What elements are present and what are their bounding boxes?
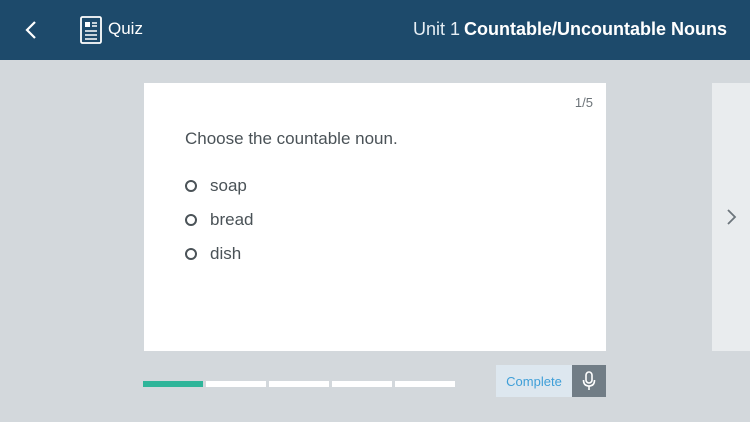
complete-button[interactable]: Complete: [496, 365, 572, 397]
progress-segment: [269, 381, 329, 387]
option-label: bread: [210, 210, 254, 229]
next-question-button[interactable]: [712, 83, 750, 351]
unit-label: Unit 1: [412, 19, 460, 39]
progress-segment: [395, 381, 455, 387]
option-label: soap: [210, 176, 247, 195]
radio-icon[interactable]: [185, 180, 197, 192]
progress-segment: [206, 381, 266, 387]
question-counter: 1/5: [574, 95, 593, 110]
answer-option-bread[interactable]: bread: [185, 203, 253, 237]
question-card: 1/5 Choose the countable noun. soap brea…: [144, 83, 606, 351]
question-text: Choose the countable noun.: [185, 129, 398, 148]
option-label: dish: [210, 244, 242, 263]
microphone-icon: [582, 371, 596, 390]
radio-icon[interactable]: [185, 248, 197, 260]
progress-bar: [143, 381, 458, 387]
answer-option-dish[interactable]: dish: [185, 237, 253, 271]
quiz-label: Quiz: [108, 19, 143, 38]
top-bar: Quiz Unit 1 Countable/Uncountable Nouns: [0, 0, 750, 60]
chevron-left-icon: [25, 21, 36, 39]
answer-option-soap[interactable]: soap: [185, 169, 253, 203]
chevron-right-icon: [727, 209, 737, 225]
microphone-button[interactable]: [572, 365, 606, 397]
progress-segment: [332, 381, 392, 387]
document-icon: [80, 16, 102, 44]
topic-title: Countable/Uncountable Nouns: [464, 19, 727, 39]
radio-icon[interactable]: [185, 214, 197, 226]
back-button[interactable]: [16, 14, 46, 46]
progress-segment: [143, 381, 203, 387]
answer-options: soap bread dish: [185, 169, 253, 271]
